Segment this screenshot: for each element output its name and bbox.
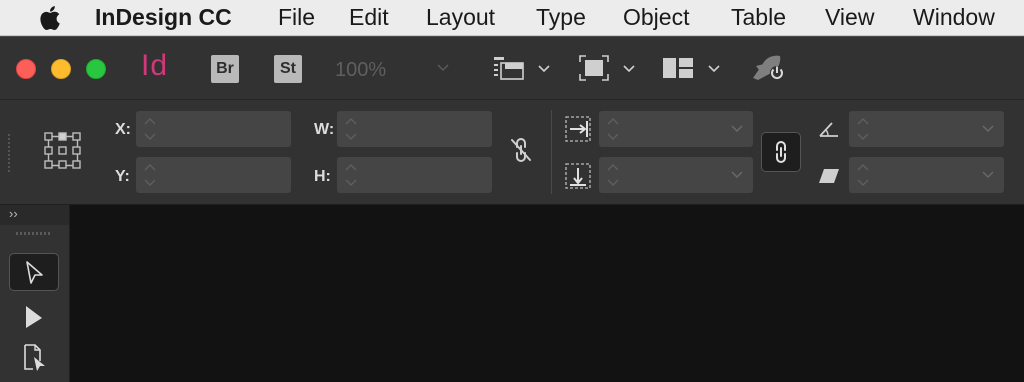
minimize-window-button[interactable] [51,59,71,79]
y-position-field[interactable] [136,157,291,193]
tools-panel-header[interactable]: ›› [0,205,69,225]
apple-icon[interactable] [37,5,61,31]
x-stepper-icon[interactable] [144,116,156,142]
scale-y-icon [565,163,591,189]
publish-online-icon[interactable] [750,52,790,84]
rotation-angle-field[interactable] [849,111,1004,147]
menu-window[interactable]: Window [913,0,995,36]
panel-grip-icon[interactable] [8,134,12,174]
scale-x-stepper-icon[interactable] [607,116,619,142]
width-stepper-icon[interactable] [345,116,357,142]
zoom-level-field[interactable]: 100% [335,59,386,82]
rotation-stepper-icon[interactable] [857,116,869,142]
menu-app-name[interactable]: InDesign CC [95,0,232,36]
document-canvas[interactable] [70,205,1024,382]
rotation-chevron-down-icon[interactable] [982,125,994,133]
width-field[interactable] [337,111,492,147]
x-position-field[interactable] [136,111,291,147]
indesign-logo: Id [141,49,169,82]
reference-point-icon[interactable] [44,132,82,170]
selection-arrow-icon [26,261,43,284]
menu-bar: InDesign CC File Edit Layout Type Object… [0,0,1024,36]
constrain-scale-button[interactable] [761,132,801,172]
shear-chevron-down-icon[interactable] [982,171,994,179]
menu-view[interactable]: View [825,0,874,36]
zoom-window-button[interactable] [86,59,106,79]
scale-x-icon [565,116,591,142]
page-tool-icon [24,344,45,371]
selection-tool-button[interactable] [9,253,59,291]
scale-y-stepper-icon[interactable] [607,162,619,188]
scale-y-chevron-down-icon[interactable] [731,171,743,179]
screen-mode-icon[interactable] [492,53,526,83]
zoom-level-chevron-down-icon[interactable] [437,64,449,72]
menu-table[interactable]: Table [731,0,786,36]
bridge-button[interactable]: Br [211,55,239,83]
menu-file[interactable]: File [278,0,315,36]
page-tool-button[interactable] [9,339,59,377]
shear-stepper-icon[interactable] [857,162,869,188]
arrange-documents-icon[interactable] [662,57,694,79]
menu-edit[interactable]: Edit [349,0,389,36]
constrain-proportions-unlinked-icon[interactable] [508,136,534,164]
tools-panel: ›› [0,205,70,382]
scale-x-chevron-down-icon[interactable] [731,125,743,133]
screen-mode-chevron-down-icon[interactable] [538,65,550,73]
menu-layout[interactable]: Layout [426,0,495,36]
w-label: W: [314,121,335,138]
application-bar: Id Br St 100% [0,36,1024,99]
scale-x-field[interactable] [599,111,753,147]
h-label: H: [314,168,331,185]
menu-object[interactable]: Object [623,0,689,36]
direct-selection-arrow-icon [26,306,42,328]
control-panel: X: Y: W: H: [0,99,1024,205]
x-label: X: [115,121,131,138]
height-stepper-icon[interactable] [345,162,357,188]
rotation-angle-icon [819,122,838,137]
chain-link-icon [776,141,786,163]
arrange-documents-chevron-down-icon[interactable] [708,65,720,73]
y-stepper-icon[interactable] [144,162,156,188]
menu-type[interactable]: Type [536,0,586,36]
y-label: Y: [115,168,130,185]
separator [551,110,552,194]
view-options-chevron-down-icon[interactable] [623,65,635,73]
direct-selection-tool-button[interactable] [9,298,59,336]
stock-button[interactable]: St [274,55,302,83]
view-options-icon[interactable] [578,54,610,82]
close-window-button[interactable] [16,59,36,79]
tools-grip-icon[interactable] [16,232,52,236]
height-field[interactable] [337,157,492,193]
shear-angle-icon [819,169,839,183]
expand-panel-icon[interactable]: ›› [9,205,18,223]
shear-angle-field[interactable] [849,157,1004,193]
scale-y-field[interactable] [599,157,753,193]
